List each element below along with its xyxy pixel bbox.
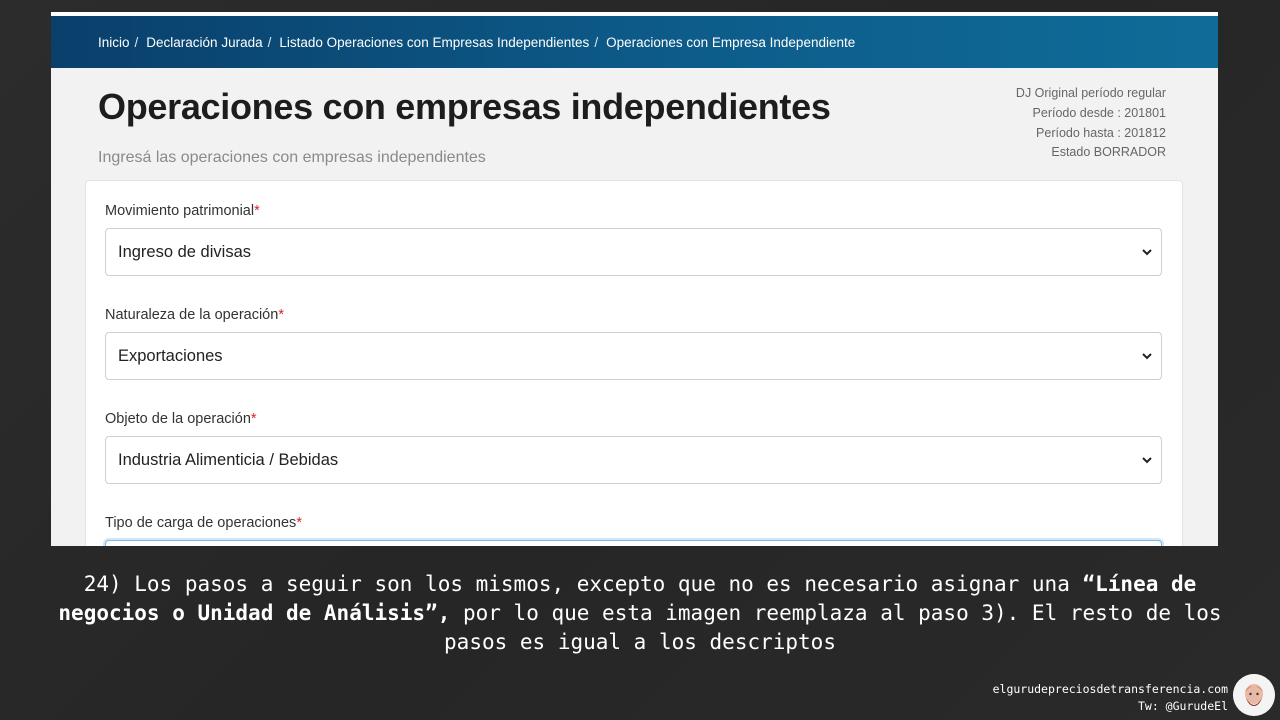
required-marker: *: [250, 411, 257, 427]
field-label: Tipo de carga de operaciones*: [105, 515, 302, 531]
footer-website: elgurudepreciosdetransferencia.com: [992, 682, 1228, 696]
breadcrumb-separator: /: [134, 34, 139, 50]
caption-text: 24) Los pasos a seguir son los mismos, e…: [83, 572, 1083, 596]
chevron-down-icon: [1141, 350, 1153, 362]
objeto-operacion-select[interactable]: Industria Alimenticia / Bebidas: [105, 436, 1162, 484]
select-value: Industria Alimenticia / Bebidas: [118, 450, 339, 469]
select-value: Ingreso de divisas: [118, 242, 251, 261]
field-label: Objeto de la operación*: [105, 411, 257, 427]
field-objeto-operacion: Objeto de la operación* Industria Alimen…: [105, 411, 1162, 484]
chevron-down-icon: [1141, 246, 1153, 258]
page-subtitle: Ingresá las operaciones con empresas ind…: [98, 149, 486, 166]
required-marker: *: [278, 307, 284, 323]
field-label: Movimiento patrimonial*: [105, 203, 260, 219]
field-movimiento-patrimonial: Movimiento patrimonial* Ingreso de divis…: [105, 203, 1162, 276]
chevron-down-icon: [1141, 454, 1153, 466]
screenshot-panel: Inicio / Declaración Jurada / Listado Op…: [51, 12, 1218, 546]
breadcrumb-listado[interactable]: Listado Operaciones con Empresas Indepen…: [279, 35, 589, 50]
footer-credits: elgurudepreciosdetransferencia.com Tw: @…: [993, 681, 1228, 715]
caption-text-end: por lo que esta imagen reemplaza al paso…: [444, 601, 1222, 654]
footer-twitter: Tw: @GurudeEl: [1137, 699, 1228, 713]
meta-type: DJ Original período regular: [1015, 86, 1166, 100]
breadcrumb-separator: /: [267, 34, 272, 50]
tipo-carga-select[interactable]: [105, 540, 1162, 546]
page-title: Operaciones con empresas independientes: [98, 86, 831, 127]
movimiento-patrimonial-select[interactable]: Ingreso de divisas: [105, 228, 1162, 276]
form-card: Movimiento patrimonial* Ingreso de divis…: [85, 180, 1183, 546]
required-marker: *: [296, 515, 302, 531]
field-tipo-carga: Tipo de carga de operaciones*: [105, 515, 1162, 546]
meta-period-to: Período hasta : 201812: [1036, 125, 1166, 140]
avatar-logo: [1233, 674, 1275, 716]
breadcrumb-separator: /: [594, 34, 599, 50]
declaration-meta: DJ Original período regular Período desd…: [1016, 84, 1166, 163]
breadcrumb-inicio[interactable]: Inicio: [98, 35, 130, 50]
meta-period-from: Período desde : 201801: [1032, 105, 1166, 120]
meta-status: Estado BORRADOR: [1051, 145, 1166, 160]
required-marker: *: [254, 203, 260, 219]
field-label: Naturaleza de la operación*: [105, 307, 284, 323]
breadcrumb: Inicio / Declaración Jurada / Listado Op…: [51, 16, 1218, 68]
breadcrumb-declaracion-jurada[interactable]: Declaración Jurada: [146, 35, 262, 50]
naturaleza-operacion-select[interactable]: Exportaciones: [105, 332, 1162, 380]
field-naturaleza-operacion: Naturaleza de la operación* Exportacione…: [105, 307, 1162, 380]
select-value: Exportaciones: [118, 346, 223, 365]
breadcrumb-current: Operaciones con Empresa Independiente: [606, 34, 856, 50]
slide-caption: 24) Los pasos a seguir son los mismos, e…: [30, 570, 1250, 657]
